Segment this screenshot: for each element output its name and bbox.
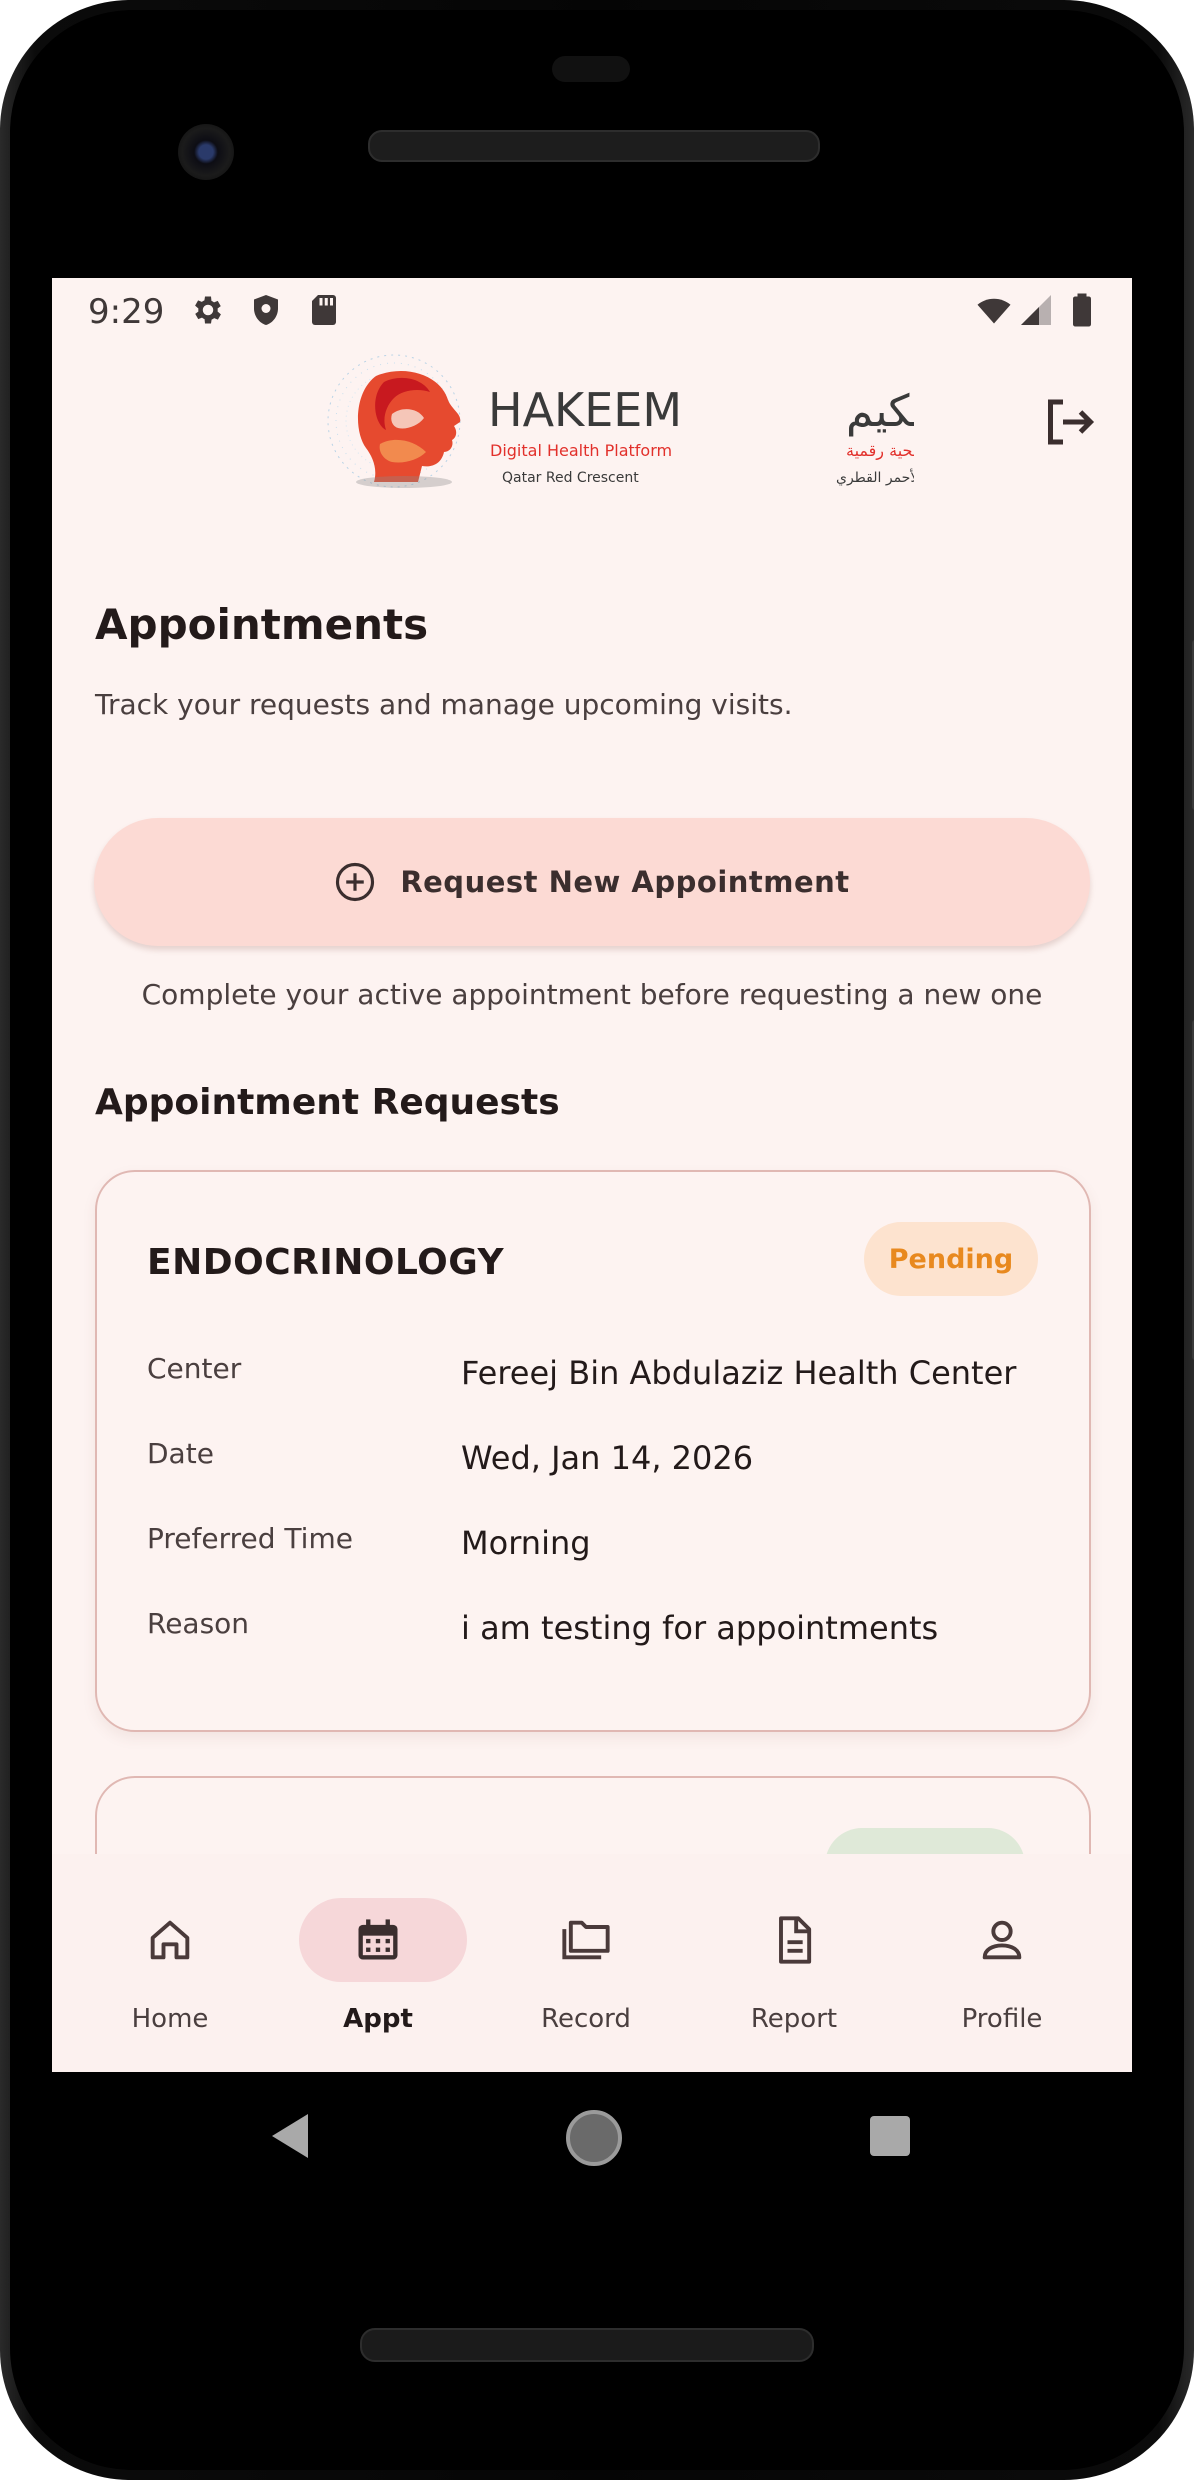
page-title: Appointments xyxy=(95,600,429,649)
folder-icon xyxy=(562,1920,610,1960)
nav-item-home[interactable]: Home xyxy=(70,1854,270,2072)
logo-org-en: Qatar Red Crescent xyxy=(502,470,639,486)
logo-name-ar: حكيم xyxy=(846,386,914,437)
logo-tagline-ar: منصة صحية رقمية xyxy=(846,441,914,461)
nav-item-appt[interactable]: Appt xyxy=(278,1854,478,2072)
nav-item-report[interactable]: Report xyxy=(694,1854,894,2072)
earpiece-speaker xyxy=(368,130,820,162)
system-navigation-bar xyxy=(0,2072,1194,2202)
logo-org-ar: الهلال الأحمر القطري xyxy=(836,468,914,486)
person-icon xyxy=(982,1920,1022,1960)
bottom-navigation: Home Appt Record Report Profile xyxy=(52,1854,1132,2072)
preferred-time-value: Morning xyxy=(461,1524,591,1562)
status-badge: Pending xyxy=(864,1222,1038,1296)
document-icon xyxy=(779,1916,812,1964)
nav-label-appt: Appt xyxy=(343,2004,413,2034)
request-appointment-label: Request New Appointment xyxy=(400,865,850,899)
page-subtitle: Track your requests and manage upcoming … xyxy=(95,688,793,721)
center-label: Center xyxy=(147,1352,242,1385)
status-time: 9:29 xyxy=(88,292,165,332)
logo-tagline-en: Digital Health Platform xyxy=(490,441,672,460)
battery-icon xyxy=(1073,293,1091,327)
proximity-sensor xyxy=(552,56,630,82)
center-value: Fereej Bin Abdulaziz Health Center xyxy=(461,1354,1017,1392)
settings-icon xyxy=(195,296,221,324)
logo-name-en: HAKEEM xyxy=(488,383,682,437)
nav-label-profile: Profile xyxy=(961,2004,1043,2034)
sd-card-icon xyxy=(312,295,336,325)
preferred-time-label: Preferred Time xyxy=(147,1522,353,1555)
calendar-icon xyxy=(358,1919,398,1960)
reason-value: i am testing for appointments xyxy=(461,1609,939,1647)
nav-label-record: Record xyxy=(541,2004,631,2034)
section-title: Appointment Requests xyxy=(95,1082,560,1123)
back-icon[interactable] xyxy=(270,2112,310,2160)
nav-label-home: Home xyxy=(131,2004,209,2034)
appointment-department: ENDOCRINOLOGY xyxy=(147,1242,505,1283)
bottom-speaker xyxy=(360,2328,814,2362)
request-appointment-button[interactable]: Request New Appointment xyxy=(94,818,1090,946)
app-header: HAKEEM حكيم Digital Health Platform منصة… xyxy=(52,342,1132,502)
hakeem-logo: HAKEEM حكيم Digital Health Platform منصة… xyxy=(327,354,914,488)
app-screen: 9:29 HAKEEM كيم Digital Health Platform … xyxy=(52,278,1132,2072)
phone-frame: 9:29 HAKEEM كيم Digital Health Platform … xyxy=(0,0,1194,2480)
date-value: Wed, Jan 14, 2026 xyxy=(461,1439,754,1477)
recents-system-button[interactable] xyxy=(870,2116,910,2156)
logout-icon[interactable] xyxy=(1038,392,1098,452)
home-system-button[interactable] xyxy=(566,2110,622,2166)
appointment-card[interactable]: ENDOCRINOLOGY Pending Center Fereej Bin … xyxy=(95,1170,1091,1732)
nav-item-profile[interactable]: Profile xyxy=(902,1854,1102,2072)
reason-label: Reason xyxy=(147,1607,250,1640)
signal-icon xyxy=(1021,295,1051,325)
nav-label-report: Report xyxy=(750,2004,838,2034)
add-circle-icon xyxy=(336,862,375,902)
nav-item-record[interactable]: Record xyxy=(486,1854,686,2072)
date-label: Date xyxy=(147,1437,214,1470)
shield-icon xyxy=(254,295,278,325)
active-appointment-notice: Complete your active appointment before … xyxy=(141,978,1043,1011)
status-bar: 9:29 xyxy=(52,278,1132,342)
home-icon xyxy=(150,1920,190,1960)
front-camera xyxy=(178,124,234,180)
logo-head-mark xyxy=(356,370,461,488)
wifi-icon xyxy=(977,298,1011,324)
